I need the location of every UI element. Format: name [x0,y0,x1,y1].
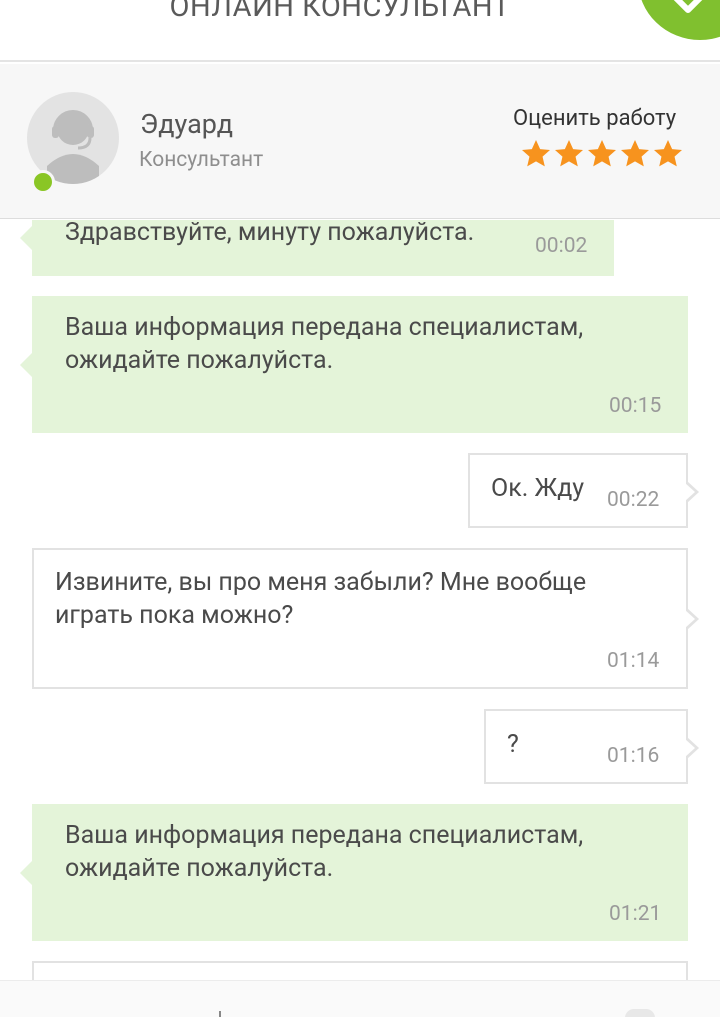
message-operator: Здравствуйте, минуту пожалуйста. 00:02 [20,220,614,276]
message-user: Ок. Жду 00:22 [468,453,699,528]
message-text: Извините, вы про меня забыли? Мне вообще… [55,568,587,630]
message-user: Извините, вы про меня забыли? Мне вообще… [32,548,699,689]
consultant-name: Эдуард [140,108,233,140]
online-status-dot [31,170,55,194]
consultant-panel: Эдуард Консультант Оценить работу [0,64,720,219]
bottom-input-bar[interactable] [0,980,720,1017]
message-time: 00:22 [607,488,660,512]
message-time: 01:16 [607,744,660,768]
input-cursor [219,1011,221,1017]
message-operator: Ваша информация передана специалистам, о… [20,296,688,433]
chat-history[interactable]: Здравствуйте, минуту пожалуйста. 00:02 В… [0,220,720,980]
message-time: 00:15 [609,394,662,418]
message-text: Ваша информация передана специалистам, о… [65,313,584,375]
message-text: Здравствуйте, минуту пожалуйста. [65,220,475,247]
rate-label: Оценить работу [513,106,677,131]
rating-stars[interactable] [520,138,684,170]
send-button[interactable] [625,1009,655,1017]
star-icon[interactable] [520,138,552,170]
star-icon[interactable] [652,138,684,170]
star-icon[interactable] [586,138,618,170]
check-icon [673,0,703,13]
top-bar: ОНЛАЙН КОНСУЛЬТАНТ [0,0,720,62]
message-time: 00:02 [535,234,588,258]
star-icon[interactable] [553,138,585,170]
consultant-role: Консультант [139,148,264,172]
message-time: 01:21 [609,902,662,926]
message-user-partial [32,961,688,980]
message-text: ? [507,730,519,759]
message-text: Ок. Жду [491,474,585,503]
message-user: ? 01:16 [484,709,699,784]
page-title: ОНЛАЙН КОНСУЛЬТАНТ [169,0,511,24]
star-icon[interactable] [619,138,651,170]
message-time: 01:14 [607,649,660,673]
message-operator: Ваша информация передана специалистам, о… [20,804,688,941]
message-text: Ваша информация передана специалистам, о… [65,821,584,883]
